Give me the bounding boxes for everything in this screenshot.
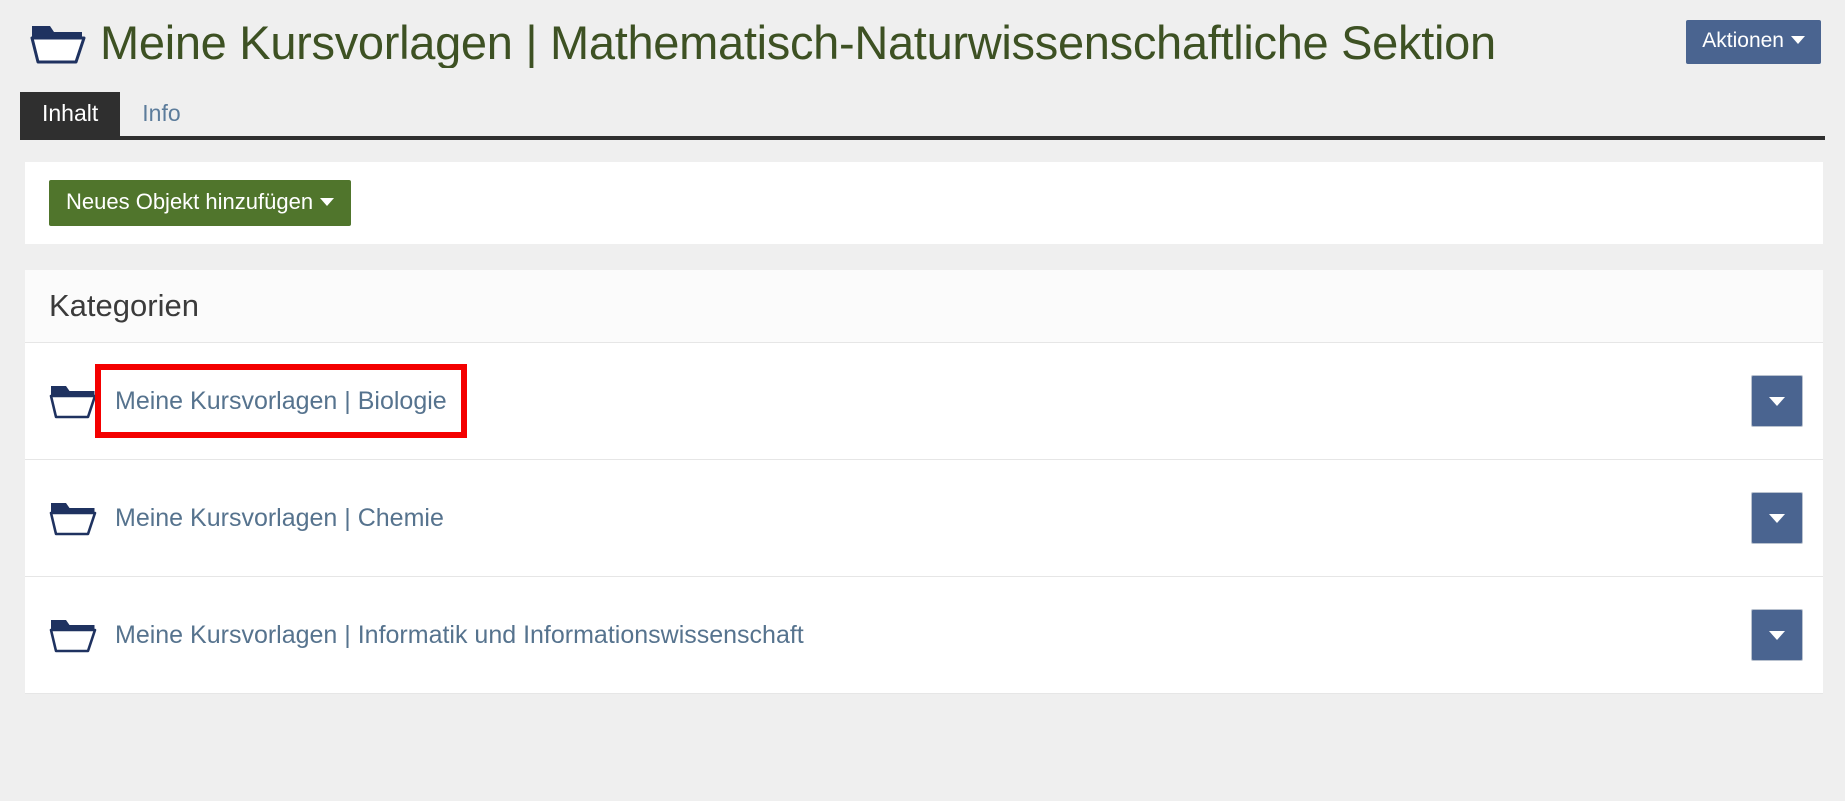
chevron-down-icon	[1769, 513, 1785, 523]
table-row: Meine Kursvorlagen | Informatik und Info…	[25, 577, 1823, 694]
row-actions-menu-button[interactable]	[1751, 492, 1803, 544]
row-link-wrapper: Meine Kursvorlagen | Biologie	[95, 364, 1751, 438]
tab-bar: Inhalt Info	[20, 92, 1825, 140]
add-object-button[interactable]: Neues Objekt hinzufügen	[49, 180, 352, 226]
actions-button[interactable]: Aktionen	[1686, 20, 1821, 64]
section-title-kategorien: Kategorien	[25, 270, 1823, 343]
folder-icon	[49, 503, 97, 536]
add-object-button-label: Neues Objekt hinzufügen	[66, 189, 314, 214]
tab-info[interactable]: Info	[120, 92, 202, 136]
tab-info-label: Info	[142, 100, 181, 127]
table-row: Meine Kursvorlagen | Chemie	[25, 460, 1823, 577]
toolbar-panel: Neues Objekt hinzufügen	[25, 162, 1823, 244]
category-link-informatik[interactable]: Meine Kursvorlagen | Informatik und Info…	[115, 618, 804, 652]
row-actions-menu-button[interactable]	[1751, 609, 1803, 661]
row-link-wrapper: Meine Kursvorlagen | Chemie	[115, 501, 1751, 535]
chevron-down-icon	[1791, 36, 1805, 45]
folder-icon	[30, 26, 86, 64]
page-root: Meine Kursvorlagen | Mathematisch-Naturw…	[0, 0, 1845, 801]
row-link-wrapper: Meine Kursvorlagen | Informatik und Info…	[115, 618, 1751, 652]
table-row: Meine Kursvorlagen | Biologie	[25, 343, 1823, 460]
folder-icon	[49, 620, 97, 653]
page-header: Meine Kursvorlagen | Mathematisch-Naturw…	[0, 0, 1845, 78]
categories-panel: Kategorien Meine Kursvorlagen | Biologie…	[25, 270, 1823, 694]
row-actions-menu-button[interactable]	[1751, 375, 1803, 427]
chevron-down-icon	[320, 198, 335, 207]
tab-inhalt-label: Inhalt	[42, 100, 99, 127]
folder-icon	[49, 386, 97, 419]
tab-inhalt[interactable]: Inhalt	[20, 92, 121, 136]
actions-button-label: Aktionen	[1702, 29, 1784, 52]
category-link-biologie[interactable]: Meine Kursvorlagen | Biologie	[95, 364, 467, 438]
page-title: Meine Kursvorlagen | Mathematisch-Naturw…	[100, 18, 1496, 68]
chevron-down-icon	[1769, 630, 1785, 640]
chevron-down-icon	[1769, 396, 1785, 406]
category-link-chemie[interactable]: Meine Kursvorlagen | Chemie	[115, 501, 444, 535]
